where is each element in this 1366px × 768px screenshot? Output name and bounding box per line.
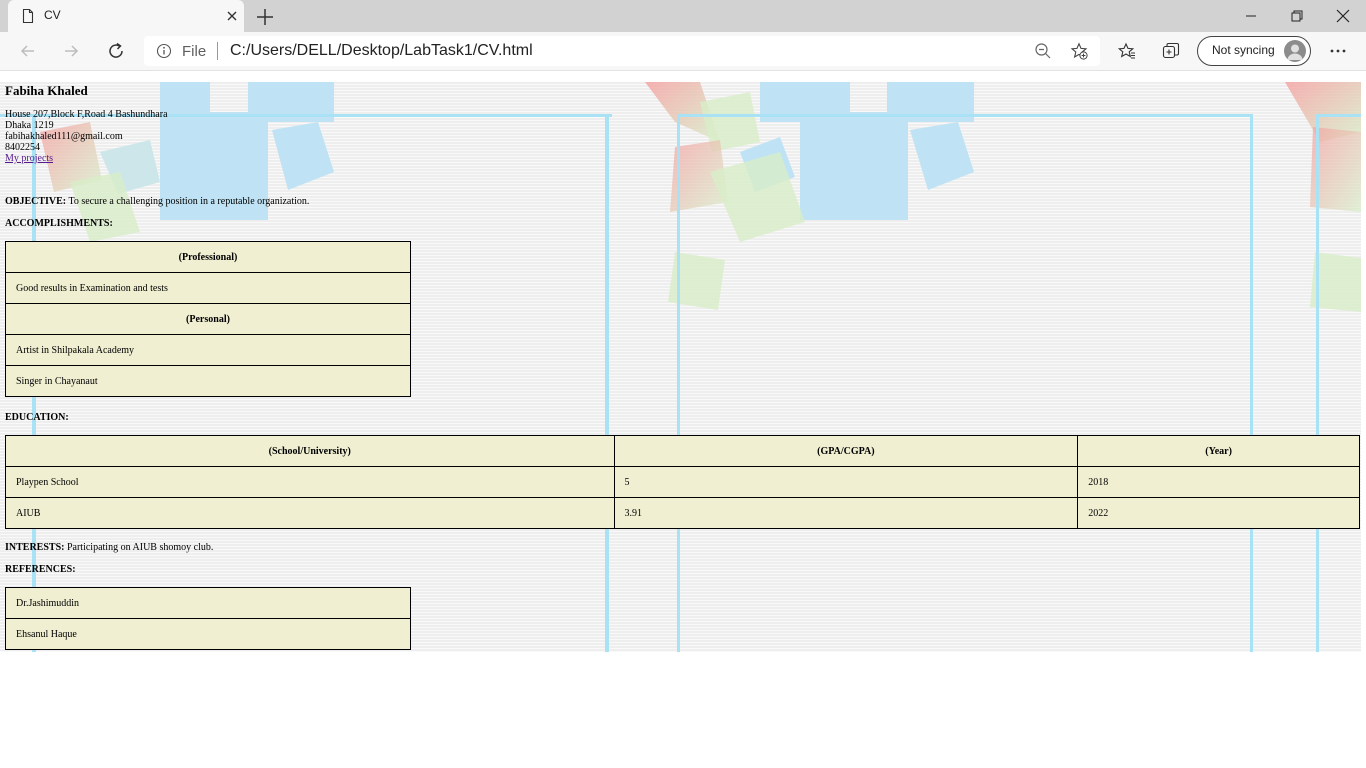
avatar-icon — [1284, 40, 1306, 62]
address-bar[interactable]: File C:/Users/DELL/Desktop/LabTask1/CV.h… — [144, 36, 1100, 66]
collections-icon — [1162, 42, 1180, 59]
address-divider — [217, 42, 218, 60]
column-header: (GPA/CGPA) — [613, 435, 1079, 467]
references-heading: REFERENCES: — [5, 564, 76, 575]
tab-title: CV — [44, 8, 61, 22]
objective-text: To secure a challenging position in a re… — [66, 196, 310, 207]
interests-label: INTERESTS: — [5, 542, 65, 553]
back-button[interactable] — [14, 37, 42, 65]
back-arrow-icon — [20, 45, 34, 57]
table-cell: 3.91 — [613, 497, 1079, 529]
interests-text: Participating on AIUB shomoy club. — [64, 542, 214, 553]
restore-button[interactable] — [1274, 0, 1320, 32]
table-cell: 2018 — [1077, 466, 1360, 498]
table-row: AIUB 3.91 2022 — [5, 497, 1360, 529]
sync-status-label: Not syncing — [1212, 43, 1275, 57]
table-row: Good results in Examination and tests — [5, 272, 411, 304]
close-window-button[interactable] — [1320, 0, 1366, 32]
column-header: (School/University) — [5, 435, 615, 467]
table-row: Playpen School 5 2018 — [5, 466, 1360, 498]
browser-titlebar: CV — [0, 0, 1366, 32]
table-row: Dr.Jashimuddin — [5, 587, 411, 619]
table-cell: 2022 — [1077, 497, 1360, 529]
column-header: (Year) — [1077, 435, 1360, 467]
zoom-out-icon[interactable] — [1034, 42, 1052, 60]
refresh-icon — [109, 42, 123, 58]
objective-line: OBJECTIVE: To secure a challenging posit… — [5, 196, 309, 207]
profile-sync-button[interactable]: Not syncing — [1197, 36, 1311, 66]
objective-label: OBJECTIVE: — [5, 196, 67, 207]
interests-line: INTERESTS: Participating on AIUB shomoy … — [5, 542, 213, 553]
references-label: REFERENCES: — [5, 564, 76, 575]
close-window-icon — [1336, 9, 1350, 23]
minimize-button[interactable] — [1228, 0, 1274, 32]
references-table: Dr.Jashimuddin Ehsanul Haque — [5, 587, 411, 650]
favorites-icon — [1118, 42, 1135, 59]
more-button[interactable] — [1324, 37, 1352, 65]
restore-icon — [1291, 10, 1303, 22]
file-label: File — [182, 43, 207, 60]
plus-icon[interactable] — [254, 6, 276, 28]
cv-name: Fabiha Khaled — [5, 83, 88, 98]
table-cell: 5 — [613, 466, 1079, 498]
forward-arrow-icon — [65, 45, 79, 57]
email-text: fabihakhaled111@gmail.com — [5, 131, 123, 142]
table-cell: Playpen School — [5, 466, 615, 498]
education-heading: EDUCATION: — [5, 412, 69, 423]
collections-button[interactable] — [1157, 37, 1185, 65]
personal-header: (Personal) — [5, 303, 411, 335]
minimize-icon — [1246, 15, 1256, 17]
forward-button[interactable] — [57, 37, 85, 65]
table-row: Singer in Chayanaut — [5, 365, 411, 397]
add-favorite-icon[interactable] — [1070, 42, 1088, 60]
accomplishments-label: ACCOMPLISHMENTS: — [5, 218, 113, 229]
accomplishments-heading: ACCOMPLISHMENTS: — [5, 218, 113, 229]
address-line-2: Dhaka 1219 — [5, 120, 54, 131]
browser-tab[interactable]: CV — [8, 0, 244, 32]
accomplishments-table: (Professional) Good results in Examinati… — [5, 241, 411, 397]
table-row: Artist in Shilpakala Academy — [5, 334, 411, 366]
table-cell: AIUB — [5, 497, 615, 529]
address-line-1: House 207,Block F,Road 4 Bashundhara — [5, 109, 168, 120]
refresh-button[interactable] — [102, 37, 130, 65]
phone-text: 8402254 — [5, 142, 40, 153]
professional-header: (Professional) — [5, 241, 411, 273]
projects-link[interactable]: My projects — [5, 153, 53, 164]
education-table: (School/University) (GPA/CGPA) (Year) Pl… — [5, 435, 1360, 529]
education-label: EDUCATION: — [5, 412, 69, 423]
close-icon[interactable] — [224, 8, 240, 24]
info-icon[interactable] — [156, 43, 172, 59]
page-icon — [22, 8, 34, 24]
more-icon — [1330, 49, 1346, 53]
favorites-button[interactable] — [1113, 37, 1141, 65]
contact-block: House 207,Block F,Road 4 Bashundhara Dha… — [5, 109, 168, 164]
browser-toolbar: File C:/Users/DELL/Desktop/LabTask1/CV.h… — [0, 32, 1366, 71]
url-text[interactable]: C:/Users/DELL/Desktop/LabTask1/CV.html — [230, 42, 533, 60]
table-row: Ehsanul Haque — [5, 618, 411, 650]
